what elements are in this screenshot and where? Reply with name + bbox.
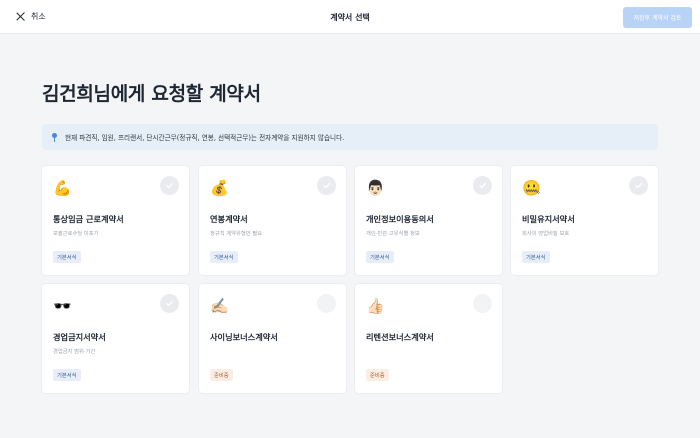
checkbox-icon — [473, 294, 492, 313]
contract-card[interactable]: 💪 통상임금 근로계약서 포괄근로수당 미포기 기본서식 — [42, 166, 189, 275]
notice-text: 현재 파견직, 임원, 프리랜서, 단시간근무(정규직, 연봉, 선택적근무)는… — [65, 134, 345, 142]
checkbox-icon — [317, 294, 336, 313]
card-title: 경업금지서약서 — [53, 332, 106, 342]
thumbs-up-icon: 👍🏻 — [366, 297, 385, 315]
status-badge: 기본서식 — [53, 369, 81, 381]
save-and-review-button[interactable]: 저장후 계약서 검토 — [623, 7, 692, 28]
money-bag-icon: 💰 — [210, 179, 229, 197]
card-subtitle: 포괄근로수당 미포기 — [53, 231, 99, 237]
contract-card: 👍🏻 리텐션보너스계약서 준비중 — [355, 284, 502, 393]
checkbox-icon[interactable] — [160, 176, 179, 195]
info-icon — [51, 132, 58, 142]
contract-card[interactable]: 🕶️ 경업금지서약서 경업금지 범위·기간 기본서식 — [42, 284, 189, 393]
card-title: 리텐션보너스계약서 — [366, 332, 434, 342]
page-heading: 김건희님에게 요청할 계약서 — [42, 83, 261, 105]
person-icon: 👨🏻 — [366, 179, 385, 197]
card-subtitle: 경업금지 범위·기간 — [53, 349, 96, 355]
status-badge: 준비중 — [210, 369, 233, 381]
cancel-label: 취소 — [31, 12, 46, 21]
card-title: 개인정보이용동의서 — [366, 214, 434, 224]
cancel-button[interactable]: 취소 — [16, 11, 46, 22]
status-badge: 기본서식 — [522, 251, 550, 263]
checkbox-icon[interactable] — [317, 176, 336, 195]
contract-card[interactable]: 👨🏻 개인정보이용동의서 개인·민감·고유식별 정보 기본서식 — [355, 166, 502, 275]
checkbox-icon[interactable] — [473, 176, 492, 195]
card-title: 연봉계약서 — [210, 214, 248, 224]
status-badge: 준비중 — [366, 369, 389, 381]
card-title: 사이닝보너스계약서 — [210, 332, 278, 342]
zipper-mouth-face-icon: 🤐 — [522, 179, 541, 197]
card-subtitle: 정규직 계약유형만 필요 — [210, 231, 263, 237]
contract-card[interactable]: 💰 연봉계약서 정규직 계약유형만 필요 기본서식 — [199, 166, 346, 275]
sunglasses-icon: 🕶️ — [53, 297, 72, 315]
checkbox-icon[interactable] — [629, 176, 648, 195]
notice-banner: 현재 파견직, 임원, 프리랜서, 단시간근무(정규직, 연봉, 선택적근무)는… — [42, 124, 658, 150]
contract-card: ✍🏻 사이닝보너스계약서 준비중 — [199, 284, 346, 393]
flexed-biceps-icon: 💪 — [53, 179, 72, 197]
writing-hand-icon: ✍🏻 — [210, 297, 229, 315]
contract-card[interactable]: 🤐 비밀유지서약서 회사의 영업비밀 보호 기본서식 — [511, 166, 658, 275]
page-title: 계약서 선택 — [330, 13, 370, 22]
card-subtitle: 개인·민감·고유식별 정보 — [366, 231, 420, 237]
card-subtitle: 회사의 영업비밀 보호 — [522, 231, 570, 237]
top-bar: 취소 계약서 선택 저장후 계약서 검토 — [0, 0, 700, 34]
close-icon — [16, 12, 25, 21]
status-badge: 기본서식 — [366, 251, 394, 263]
card-title: 비밀유지서약서 — [522, 214, 575, 224]
status-badge: 기본서식 — [210, 251, 238, 263]
checkbox-icon[interactable] — [160, 294, 179, 313]
card-title: 통상임금 근로계약서 — [53, 214, 124, 224]
status-badge: 기본서식 — [53, 251, 81, 263]
